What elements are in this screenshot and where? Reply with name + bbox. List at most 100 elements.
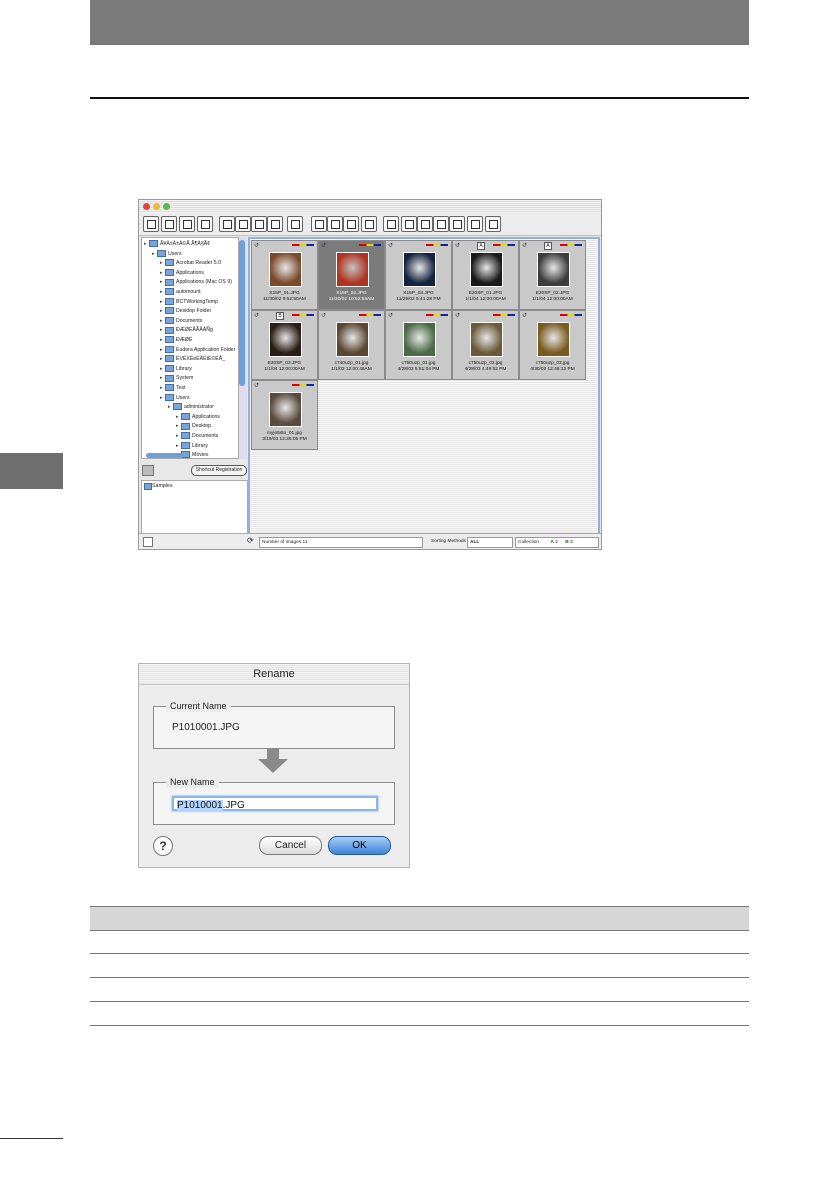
shortcut-registration-button[interactable]: Shortcut Registration bbox=[191, 465, 247, 476]
toolbar-button-icon[interactable] bbox=[143, 216, 159, 232]
tree-item[interactable]: ▸ Desktop bbox=[176, 422, 211, 432]
tree-item[interactable]: ▸ Applications bbox=[160, 268, 204, 279]
toolbar-button-icon[interactable] bbox=[197, 216, 213, 232]
collection-mark: A bbox=[544, 242, 552, 250]
favorite-item[interactable]: Samples bbox=[152, 483, 173, 489]
thumbnail-cell[interactable]: ↺ X15P_02.JPG 11/30/02 10:52:54AM bbox=[318, 240, 385, 310]
tree-item[interactable]: ▸ BCTWorkingTemp bbox=[160, 297, 218, 308]
rotate-icon[interactable]: ↺ bbox=[254, 382, 259, 389]
rating-bars bbox=[426, 244, 448, 246]
toolbar-button-icon[interactable] bbox=[449, 216, 465, 232]
rename-dialog: Rename Current Name P1010001.JPG New Nam… bbox=[138, 663, 410, 868]
tree-scroll-thumb[interactable] bbox=[239, 240, 245, 386]
tree-item[interactable]: ▸ Ã¥Ä±Â±Â©Ã Ã¶Â§Ã¢ bbox=[144, 240, 210, 250]
photo-thumbnail[interactable] bbox=[336, 322, 369, 357]
photo-thumbnail[interactable] bbox=[269, 252, 302, 287]
toolbar-button-icon[interactable] bbox=[219, 216, 235, 232]
ok-button[interactable]: OK bbox=[328, 836, 391, 855]
thumbnail-cell[interactable]: ↺ A E20SP_02.JPG 1/1/04 12:00:00AM bbox=[519, 240, 586, 310]
tree-item[interactable]: ▸ Desktop Folder bbox=[160, 307, 211, 317]
thumbnail-cell[interactable]: ↺ c750uzp_01.jpg 4/28/03 5:51:04 PM bbox=[385, 310, 452, 380]
photo-thumbnail[interactable] bbox=[403, 252, 436, 287]
rotate-icon[interactable]: ↺ bbox=[388, 312, 393, 319]
toolbar-button-icon[interactable] bbox=[401, 216, 417, 232]
thumbnail-caption: X15P_03.JPG 11/29/02 5:41:28 PM bbox=[396, 291, 441, 302]
photo-thumbnail[interactable] bbox=[336, 252, 369, 287]
drive-icon bbox=[142, 465, 154, 476]
rotate-icon[interactable]: ↺ bbox=[522, 312, 527, 319]
folder-icon bbox=[165, 307, 174, 315]
help-button[interactable]: ? bbox=[153, 836, 173, 856]
photo-thumbnail[interactable] bbox=[269, 392, 302, 427]
tree-item[interactable]: ▸ Acrobat Reader 5.0 bbox=[160, 259, 221, 269]
rotate-icon[interactable]: ↺ bbox=[254, 242, 259, 249]
thumbnail-cell[interactable]: ↺ B E20SP_03.JPG 1/1/04 12:00:00AM bbox=[251, 310, 318, 380]
rotate-icon[interactable]: ↺ bbox=[254, 312, 259, 319]
tree-item[interactable]: ▸ Eudora Application Folder bbox=[160, 345, 235, 356]
photo-thumbnail[interactable] bbox=[269, 322, 302, 357]
thumbnail-cell[interactable]: ↺ X15P_01.JPG 11/30/02 9:52:50AM bbox=[251, 240, 318, 310]
refresh-icon[interactable]: ⟳ bbox=[247, 536, 257, 546]
rotate-icon[interactable]: ↺ bbox=[321, 312, 326, 319]
rotate-icon[interactable]: ↺ bbox=[455, 312, 460, 319]
thumbnail-grid[interactable]: ↺ X15P_01.JPG 11/30/02 9:52:50AM ↺ X15P_02.… bbox=[248, 237, 600, 535]
tree-item[interactable]: ▸ Library bbox=[176, 441, 208, 452]
thumbnail-cell[interactable]: ↺ c740uzp_01.jpg 1/1/03 12:00:46AM bbox=[318, 310, 385, 380]
tree-item[interactable]: ▸ ÐÆØÉÅÃÅÂÑg bbox=[160, 326, 213, 336]
sort-filter[interactable]: ALL bbox=[467, 537, 513, 548]
new-name-input[interactable]: P1010001.JPG bbox=[172, 796, 378, 811]
toolbar-button-icon[interactable] bbox=[179, 216, 195, 232]
toolbar-button-icon[interactable] bbox=[383, 216, 399, 232]
tree-item[interactable]: ▸ Applications (Mac OS 9) bbox=[160, 278, 232, 288]
tree-item[interactable]: ▸ Applications bbox=[176, 412, 220, 423]
tree-item[interactable]: ▸ Users bbox=[160, 393, 190, 404]
tree-item[interactable]: ▸ Documents bbox=[160, 316, 202, 327]
tree-item[interactable]: ▸ Documents bbox=[176, 432, 218, 442]
toolbar-button-icon[interactable] bbox=[235, 216, 251, 232]
toolbar-button-icon[interactable] bbox=[267, 216, 283, 232]
photo-thumbnail[interactable] bbox=[537, 322, 570, 357]
thumbnail-cell[interactable]: ↺ X15P_03.JPG 11/29/02 5:41:28 PM bbox=[385, 240, 452, 310]
toolbar-button-icon[interactable] bbox=[485, 216, 501, 232]
toolbar-button-icon[interactable] bbox=[433, 216, 449, 232]
resize-icon[interactable] bbox=[143, 537, 153, 547]
thumbnail-caption: c750uzp_02.jpg 4/28/03 4:49:52 PM bbox=[464, 361, 507, 372]
toolbar-button-icon[interactable] bbox=[361, 216, 377, 232]
toolbar-button-icon[interactable] bbox=[287, 216, 303, 232]
photo-thumbnail[interactable] bbox=[470, 322, 503, 357]
tree-item[interactable]: ▸ ÉVÉXÉeÉÄÉtÉ©ÉÅ_ bbox=[160, 355, 225, 365]
tree-item[interactable]: ▸ ÐÆØÉ bbox=[160, 336, 192, 346]
toolbar-button-icon[interactable] bbox=[251, 216, 267, 232]
photo-thumbnail[interactable] bbox=[470, 252, 503, 287]
zoom-button[interactable] bbox=[163, 203, 170, 210]
collection-mark: B bbox=[276, 312, 284, 320]
tree-item[interactable]: ▸ Test bbox=[160, 384, 186, 394]
toolbar-button-icon[interactable] bbox=[467, 216, 483, 232]
toolbar-button-icon[interactable] bbox=[343, 216, 359, 232]
tree-item[interactable]: ▸ System bbox=[160, 374, 193, 384]
toolbar-button-icon[interactable] bbox=[417, 216, 433, 232]
thumbnail-cell[interactable]: ↺ myjo5sto_01.jpg 3/19/03 12:26:05 PM bbox=[251, 380, 318, 450]
cancel-button[interactable]: Cancel bbox=[259, 836, 322, 855]
toolbar-button-icon[interactable] bbox=[161, 216, 177, 232]
sort-all[interactable]: ALL bbox=[470, 540, 479, 545]
tree-hscroll-thumb[interactable] bbox=[146, 453, 184, 458]
rotate-icon[interactable]: ↺ bbox=[522, 242, 527, 249]
rotate-icon[interactable]: ↺ bbox=[455, 242, 460, 249]
tree-item[interactable]: ▸ Library bbox=[160, 364, 192, 375]
tree-item[interactable]: ▸ Users bbox=[152, 249, 182, 260]
thumbnail-cell[interactable]: ↺ A E20SP_01.JPG 1/1/04 12:00:00AM bbox=[452, 240, 519, 310]
minimize-button[interactable] bbox=[153, 203, 160, 210]
photo-thumbnail[interactable] bbox=[403, 322, 436, 357]
thumbnail-cell[interactable]: ↺ c750uzp_03.jpg 4/30/03 12:46:13 PM bbox=[519, 310, 586, 380]
tree-item[interactable]: ▸ administrator bbox=[168, 403, 214, 413]
toolbar-button-icon[interactable] bbox=[311, 216, 327, 232]
toolbar-button-icon[interactable] bbox=[327, 216, 343, 232]
tree-item[interactable]: ▸ automount bbox=[160, 288, 201, 298]
rotate-icon[interactable]: ↺ bbox=[388, 242, 393, 249]
close-button[interactable] bbox=[143, 203, 150, 210]
folder-tree[interactable]: ▸ Ã¥Ä±Â±Â©Ã Ã¶Â§Ã¢ ▸ Users ▸ Acrobat Reader 5… bbox=[141, 237, 241, 459]
thumbnail-cell[interactable]: ↺ c750uzp_02.jpg 4/28/03 4:49:52 PM bbox=[452, 310, 519, 380]
photo-thumbnail[interactable] bbox=[537, 252, 570, 287]
rotate-icon[interactable]: ↺ bbox=[321, 242, 326, 249]
